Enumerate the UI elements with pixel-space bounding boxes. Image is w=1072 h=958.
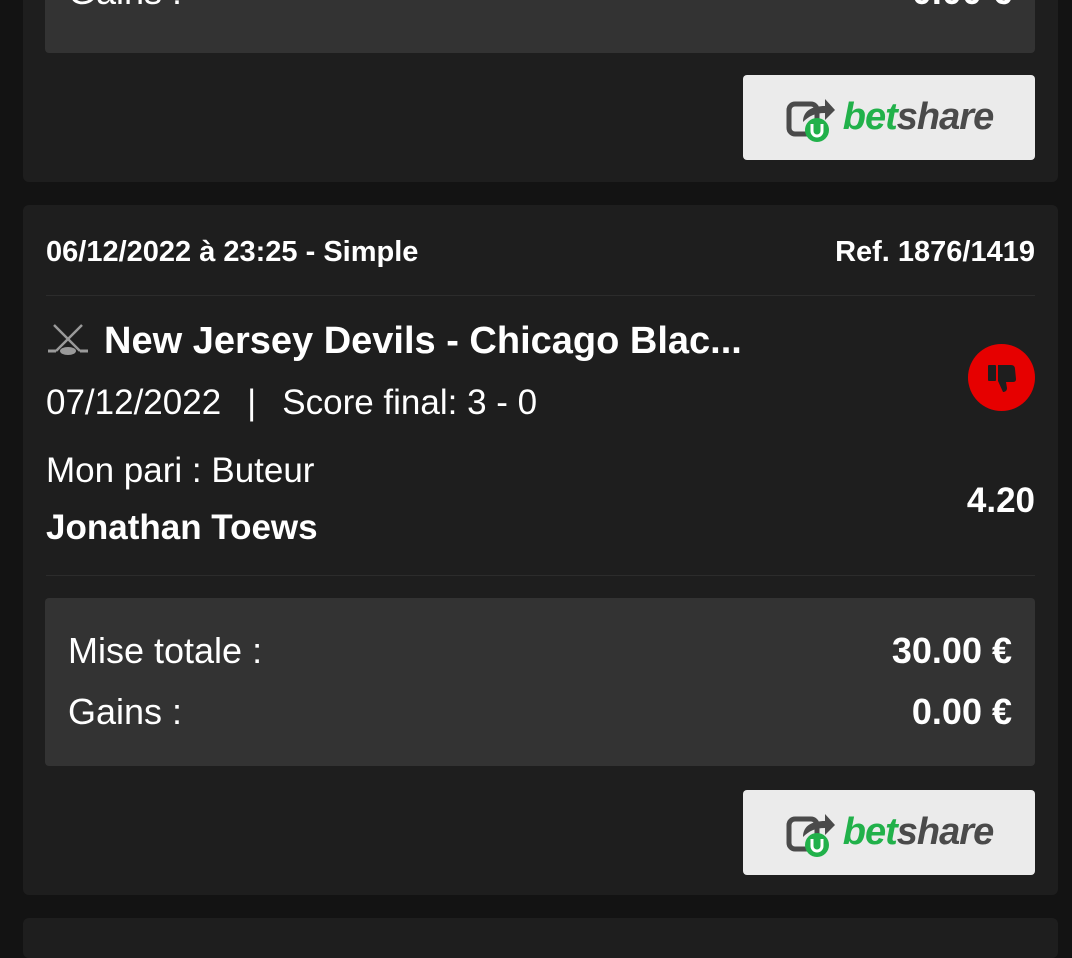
stake-value: 30.00 € [891, 630, 1012, 671]
bet-card-next [23, 918, 1058, 958]
ice-hockey-icon [48, 324, 88, 355]
match-score: Score final: 3 - 0 [282, 383, 538, 422]
divider [46, 295, 1035, 296]
match-name: New Jersey Devils - Chicago Blac... [104, 320, 742, 362]
bet-card: 06/12/2022 à 23:25 - Simple Ref. 1876/14… [23, 205, 1058, 895]
gains-label: Gains : [68, 691, 183, 732]
stake-label: Mise totale : [68, 630, 263, 671]
gains-value: 0.00 € [911, 691, 1012, 732]
gains-row: Gains : 0.00 € [68, 0, 1012, 12]
match-title[interactable]: New Jersey Devils - Chicago Blac... [46, 319, 742, 363]
bet-reference: Ref. 1876/1419 [835, 236, 1035, 268]
divider [46, 575, 1035, 576]
bet-summary-box: Gains : 0.00 € [45, 0, 1035, 53]
meta-separator: | [247, 383, 257, 422]
bet-selection: Jonathan Toews [46, 508, 318, 547]
bet-type: Mon pari : Buteur [46, 451, 315, 490]
thumbs-down-icon [987, 364, 1016, 392]
match-date: 07/12/2022 [46, 383, 222, 422]
gains-value: 0.00 € [912, 0, 1012, 12]
gains-label: Gains : [68, 0, 182, 12]
share-arrow-icon [786, 98, 835, 142]
betshare-button[interactable]: betshare [743, 75, 1035, 160]
share-arrow-icon [786, 813, 835, 857]
gains-row: Gains : 0.00 € [68, 692, 1012, 732]
betshare-label: betshare [842, 811, 994, 853]
bet-card-previous: Gains : 0.00 € betshare [23, 0, 1058, 182]
betshare-button[interactable]: betshare [743, 790, 1035, 875]
lost-badge [968, 344, 1035, 411]
bet-summary-box: Mise totale : 30.00 € Gains : 0.00 € [45, 598, 1035, 766]
bet-odds: 4.20 [966, 481, 1035, 520]
match-meta: 07/12/2022 | Score final: 3 - 0 [46, 383, 537, 423]
stake-row: Mise totale : 30.00 € [68, 631, 1012, 671]
bet-header: 06/12/2022 à 23:25 - Simple Ref. 1876/14… [46, 235, 1035, 269]
bet-date: 06/12/2022 à 23:25 - Simple [46, 236, 419, 268]
betshare-label: betshare [842, 96, 994, 138]
